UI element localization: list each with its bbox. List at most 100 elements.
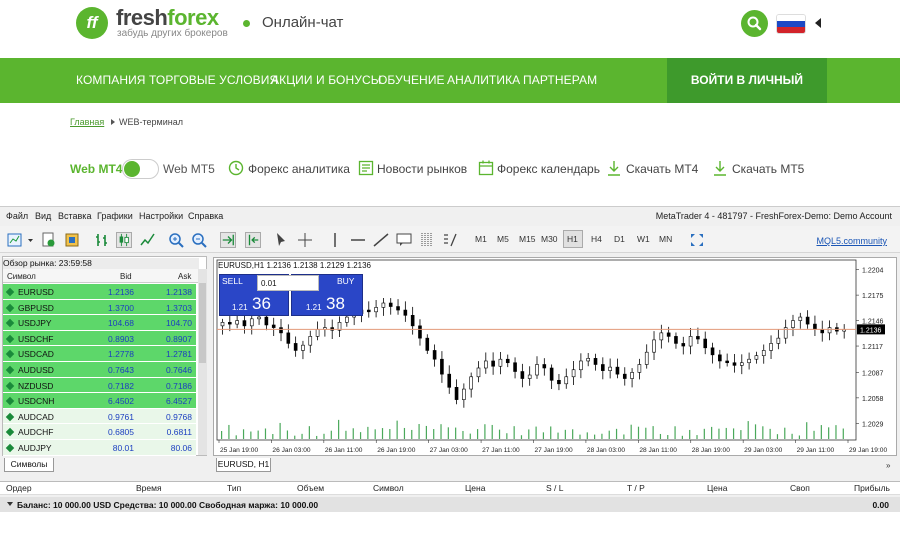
col-tp[interactable]: T / P: [627, 483, 645, 493]
col-symbol[interactable]: Символ: [7, 272, 36, 281]
col-price-open[interactable]: Цена: [465, 483, 485, 493]
search-button[interactable]: [741, 10, 768, 37]
horizontal-line-icon[interactable]: [350, 232, 366, 248]
newspaper-icon: [358, 160, 374, 176]
cursor-icon[interactable]: [273, 232, 289, 248]
caret-left-icon[interactable]: [815, 18, 821, 28]
market-news-link[interactable]: Новости рынков: [377, 162, 467, 176]
menu-view[interactable]: Вид: [35, 211, 51, 221]
russian-flag-icon[interactable]: [776, 14, 806, 34]
collapse-arrow-icon[interactable]: [7, 502, 13, 506]
line-chart-icon[interactable]: [140, 232, 156, 248]
col-bid[interactable]: Bid: [120, 272, 132, 281]
market-watch-row[interactable]: USDJPY 104.68 104.70: [3, 315, 196, 331]
col-price-current[interactable]: Цена: [707, 483, 727, 493]
zoom-out-icon[interactable]: [191, 232, 207, 248]
login-cabinet-button[interactable]: ВОЙТИ В ЛИЧНЫЙ КАБИНЕТ: [667, 58, 827, 132]
online-chat-link[interactable]: Онлайн-чат: [262, 14, 343, 31]
col-profit[interactable]: Прибыль: [854, 483, 890, 493]
col-time[interactable]: Время: [136, 483, 162, 493]
timeframe-mn[interactable]: MN: [659, 234, 672, 244]
profiles-icon[interactable]: [40, 232, 56, 248]
web-mt4-label[interactable]: Web MT4: [70, 162, 122, 176]
candlestick-icon[interactable]: [116, 232, 132, 248]
fullscreen-icon[interactable]: [689, 232, 705, 248]
mql5-community-link[interactable]: MQL5.community: [816, 236, 887, 246]
col-order[interactable]: Ордер: [6, 483, 32, 493]
web-mt5-label[interactable]: Web MT5: [163, 162, 215, 176]
nav-education[interactable]: ОБУЧЕНИЕ: [378, 73, 445, 87]
nav-trading-conditions[interactable]: ТОРГОВЫЕ УСЛОВИЯ: [149, 73, 278, 87]
candle-bull: [535, 364, 539, 376]
timeframe-w1[interactable]: W1: [637, 234, 650, 244]
row-symbol: NZDUSD: [18, 380, 54, 391]
volume-bar: [389, 429, 391, 439]
volume-bar: [601, 433, 603, 439]
forex-analytics-link[interactable]: Форекс аналитика: [248, 162, 350, 176]
market-watch-row[interactable]: AUDUSD 0.7643 0.7646: [3, 362, 196, 378]
timeframe-m1[interactable]: M1: [475, 234, 487, 244]
market-watch-row[interactable]: AUDCHF 0.6805 0.6811: [3, 424, 196, 440]
nav-analytics[interactable]: АНАЛИТИКА: [447, 73, 520, 87]
timeframe-m5[interactable]: M5: [497, 234, 509, 244]
auto-scroll-icon[interactable]: [220, 232, 236, 248]
download-mt4-link[interactable]: Скачать МТ4: [626, 162, 698, 176]
lot-size-input[interactable]: 0.01: [257, 275, 319, 291]
new-chart-icon[interactable]: [7, 232, 23, 248]
breadcrumb-home[interactable]: Главная: [70, 117, 104, 127]
vertical-line-icon[interactable]: [327, 232, 343, 248]
candle-bull: [257, 316, 261, 320]
market-watch-row[interactable]: USDCHF 0.8903 0.8907: [3, 330, 196, 347]
market-watch-row[interactable]: NZDUSD 0.7182 0.7186: [3, 377, 196, 394]
volume-bar: [381, 428, 384, 439]
nav-partners[interactable]: ПАРТНЕРАМ: [523, 73, 597, 87]
nav-promotions[interactable]: АКЦИИ И БОНУСЫ: [271, 73, 381, 87]
market-watch-row[interactable]: GBPUSD 1.3700 1.3703: [3, 299, 196, 316]
col-type[interactable]: Тип: [227, 483, 241, 493]
market-watch-toggle-icon[interactable]: [64, 232, 80, 248]
trendline-icon[interactable]: [373, 232, 389, 248]
forex-calendar-link[interactable]: Форекс календарь: [497, 162, 600, 176]
col-sl[interactable]: S / L: [546, 483, 563, 493]
download-mt5-link[interactable]: Скачать МТ5: [732, 162, 804, 176]
candle-bull: [652, 339, 656, 353]
timeframe-h4[interactable]: H4: [591, 234, 602, 244]
menu-settings[interactable]: Настройки: [139, 211, 183, 221]
col-symbol-trade[interactable]: Символ: [373, 483, 404, 493]
col-ask[interactable]: Ask: [178, 272, 191, 281]
dropdown-arrow-icon[interactable]: [27, 232, 34, 248]
candle-bear: [432, 350, 437, 360]
menu-help[interactable]: Справка: [188, 211, 223, 221]
market-watch-row[interactable]: USDCAD 1.2778 1.2781: [3, 346, 196, 362]
candle-bear: [813, 323, 817, 330]
crosshair-icon[interactable]: [297, 232, 313, 248]
col-swap[interactable]: Своп: [790, 483, 810, 493]
timeframe-d1[interactable]: D1: [614, 234, 625, 244]
mt4-mt5-toggle[interactable]: [122, 159, 159, 179]
market-watch-row[interactable]: AUDCAD 0.9761 0.9768: [3, 408, 196, 425]
chart-tab-eurusd[interactable]: EURUSD, H1: [216, 458, 271, 472]
market-watch-row[interactable]: EURUSD 1.2136 1.2138: [3, 284, 196, 300]
zoom-in-icon[interactable]: [168, 232, 184, 248]
menu-file[interactable]: Файл: [6, 211, 28, 221]
fibonacci-icon[interactable]: [442, 232, 458, 248]
timeframe-h1[interactable]: H1: [567, 234, 578, 244]
chart-shift-icon[interactable]: [245, 232, 261, 248]
col-volume[interactable]: Объем: [297, 483, 324, 493]
logo-mark[interactable]: ff: [76, 7, 108, 39]
scrollbar-thumb[interactable]: [199, 283, 206, 363]
menu-insert[interactable]: Вставка: [58, 211, 91, 221]
nav-company[interactable]: КОМПАНИЯ: [76, 73, 146, 87]
symbols-tab[interactable]: Символы: [4, 458, 54, 472]
market-watch-row[interactable]: USDCNH 6.4502 6.4527: [3, 393, 196, 409]
text-label-icon[interactable]: [396, 232, 412, 248]
menu-charts[interactable]: Графики: [97, 211, 133, 221]
grid-icon[interactable]: [419, 232, 435, 248]
timeframe-m30[interactable]: M30: [541, 234, 558, 244]
bar-chart-icon[interactable]: [94, 232, 110, 248]
market-watch-row[interactable]: AUDJPY 80.01 80.06: [3, 440, 196, 456]
scroll-right-icon[interactable]: »: [886, 461, 890, 470]
row-ask: 104.70: [166, 318, 192, 329]
timeframe-m15[interactable]: M15: [519, 234, 536, 244]
y-tick-label: 1.2058: [862, 396, 884, 403]
